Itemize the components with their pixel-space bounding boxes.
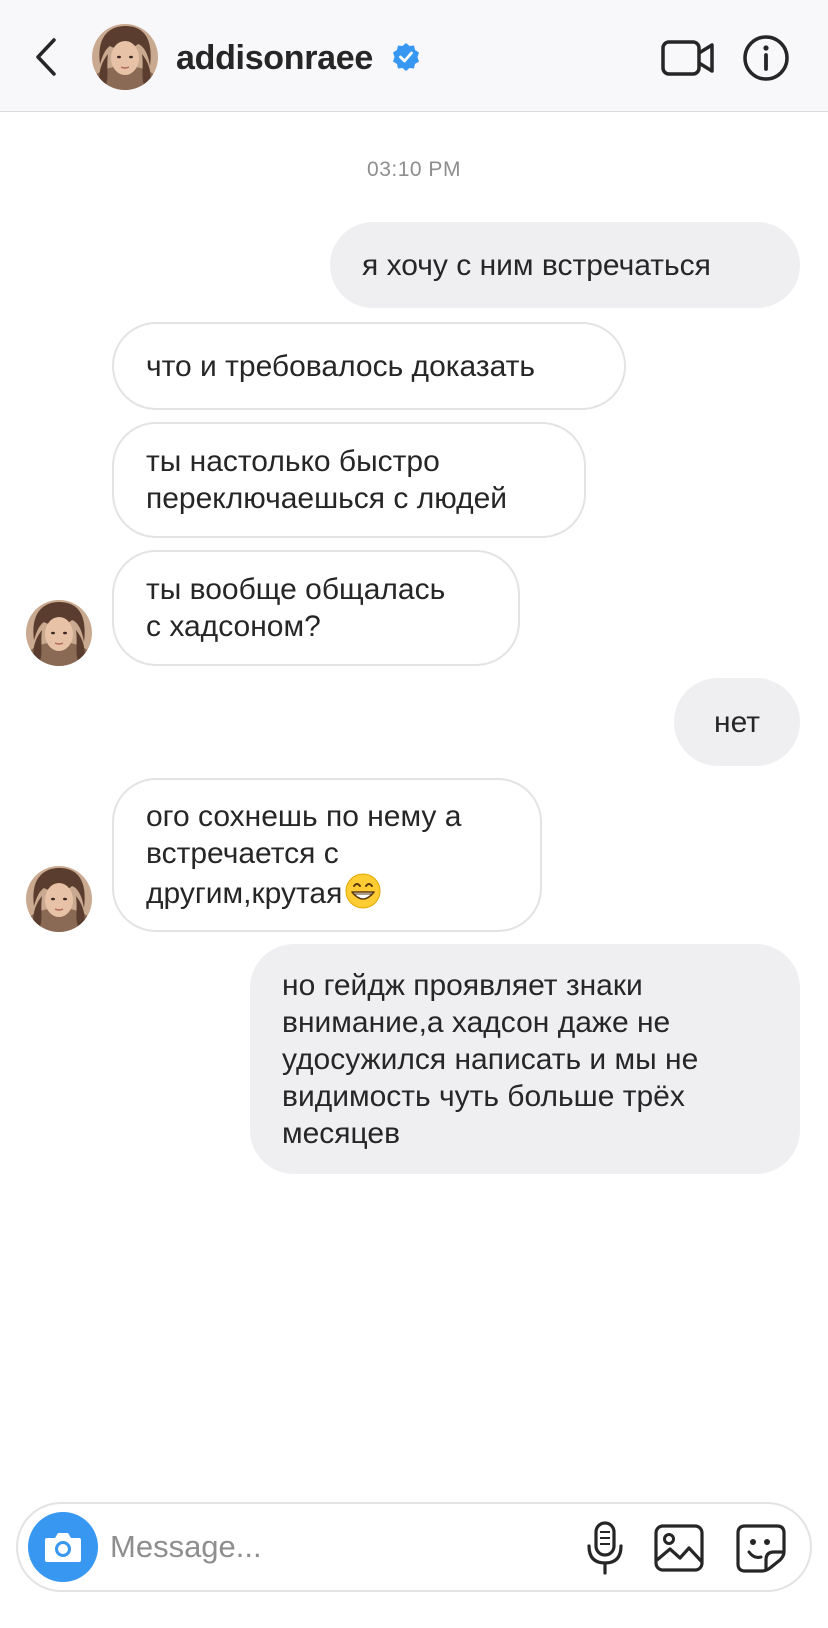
outgoing-message[interactable]: я хочу с ним встречаться <box>330 222 800 308</box>
avatar-image <box>92 24 158 90</box>
video-camera-icon <box>661 40 714 76</box>
message-text: но гейдж проявляет знаки внимание,а хадс… <box>282 968 699 1150</box>
message-text: ты вообще общалась с хадсоном? <box>146 573 446 643</box>
camera-icon <box>45 1533 81 1562</box>
sender-avatar[interactable] <box>26 866 92 932</box>
camera-button[interactable] <box>28 1512 98 1582</box>
sticker-button[interactable] <box>734 1522 788 1574</box>
message-text: что и требовалось доказать <box>146 349 536 383</box>
info-icon <box>743 35 789 81</box>
gallery-icon <box>654 1524 704 1572</box>
message-text: ты настолько быстро переключаешься с люд… <box>146 445 508 515</box>
outgoing-message[interactable]: но гейдж проявляет знаки внимание,а хадс… <box>250 944 800 1174</box>
incoming-message[interactable]: что и требовалось доказать <box>112 322 626 410</box>
message-content: ого сохнешь по нему а встречается с друг… <box>146 798 461 912</box>
incoming-message[interactable]: ого сохнешь по нему а встречается с друг… <box>112 778 542 932</box>
chat-header: addisonraee <box>0 0 828 112</box>
video-call-button[interactable] <box>660 36 716 80</box>
sticker-icon <box>736 1524 786 1573</box>
voice-message-button[interactable] <box>578 1520 632 1576</box>
verified-badge-icon <box>393 43 419 71</box>
outgoing-message[interactable]: нет <box>674 678 800 766</box>
back-button[interactable] <box>26 32 66 82</box>
incoming-message[interactable]: ты вообще общалась с хадсоном? <box>112 550 520 666</box>
message-input[interactable] <box>110 1520 550 1574</box>
gallery-button[interactable] <box>652 1522 708 1574</box>
chevron-left-icon <box>36 38 56 76</box>
sender-avatar[interactable] <box>26 600 92 666</box>
message-composer <box>16 1502 812 1592</box>
avatar-image <box>26 600 92 666</box>
avatar-image <box>26 866 92 932</box>
grinning-face-emoji-icon <box>345 873 381 909</box>
message-timestamp: 03:10 PM <box>367 158 461 181</box>
microphone-icon <box>587 1521 623 1575</box>
profile-avatar[interactable] <box>92 24 158 90</box>
incoming-message[interactable]: ты настолько быстро переключаешься с люд… <box>112 422 586 538</box>
chat-username[interactable]: addisonraee <box>176 38 373 78</box>
message-text: ого сохнешь по нему а встречается с друг… <box>146 800 462 910</box>
conversation-info-button[interactable] <box>742 34 790 82</box>
message-text: нет <box>714 705 760 739</box>
message-text: я хочу с ним встречаться <box>362 248 711 282</box>
